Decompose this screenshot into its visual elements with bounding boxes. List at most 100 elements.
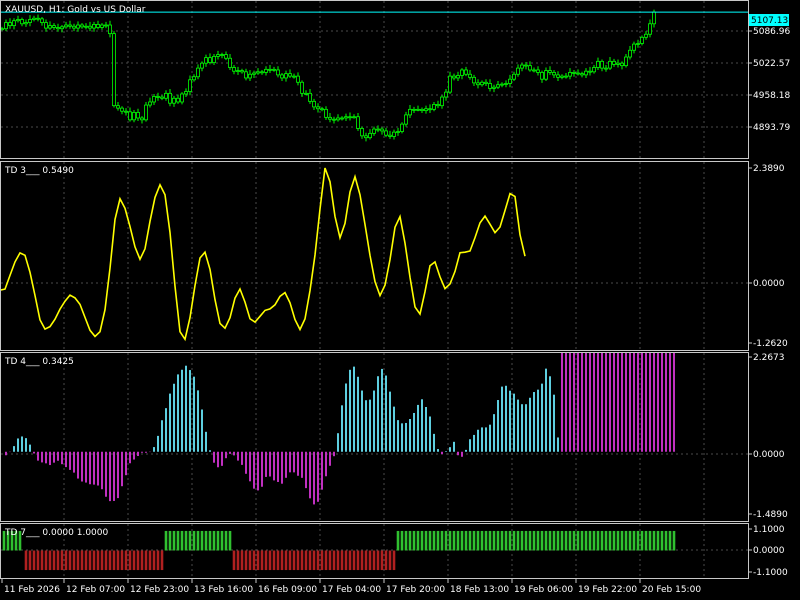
scale-label: -1.2620 bbox=[753, 339, 788, 349]
td7-panel-label: TD 7___ 0.0000 1.0000 bbox=[4, 528, 108, 538]
candle-body bbox=[140, 117, 144, 121]
candle-body bbox=[508, 78, 512, 84]
td7-scale-axis: 1.1000 0.0000 -1.1000 bbox=[748, 525, 788, 578]
candle-body bbox=[80, 24, 84, 28]
candle-body bbox=[28, 19, 32, 23]
candle-body bbox=[556, 74, 560, 78]
candle-body bbox=[504, 83, 508, 85]
candle-body bbox=[332, 118, 336, 121]
scale-label: 0.0000 bbox=[753, 450, 785, 460]
svg-text:5107.13: 5107.13 bbox=[751, 16, 788, 26]
candle-body bbox=[16, 19, 20, 22]
candle-body bbox=[552, 72, 556, 76]
candle-body bbox=[580, 73, 584, 76]
time-label: 12 Feb 07:00 bbox=[66, 585, 125, 595]
candle-body bbox=[320, 108, 324, 111]
candle-body bbox=[436, 104, 440, 107]
td3-panel-border[interactable] bbox=[0, 161, 749, 351]
candle-body bbox=[468, 73, 472, 78]
candle-body bbox=[136, 112, 140, 119]
candle-body bbox=[520, 64, 524, 69]
candle-body bbox=[288, 73, 292, 77]
candle-body bbox=[216, 54, 220, 57]
scale-label: -1.1000 bbox=[753, 568, 788, 578]
time-label: 17 Feb 20:00 bbox=[386, 585, 445, 595]
candle-body bbox=[372, 128, 376, 134]
candle-body bbox=[496, 84, 500, 88]
candle-body bbox=[36, 17, 40, 20]
time-label: 17 Feb 04:00 bbox=[322, 585, 381, 595]
candle-body bbox=[220, 54, 224, 56]
candle-body bbox=[224, 54, 228, 59]
candle-body bbox=[76, 24, 80, 29]
candle-body bbox=[264, 68, 268, 73]
candle-body bbox=[360, 128, 364, 137]
price-label: 4958.18 bbox=[753, 91, 790, 101]
time-label: 13 Feb 16:00 bbox=[194, 585, 253, 595]
candle-body bbox=[312, 100, 316, 108]
candle-body bbox=[276, 69, 280, 76]
candle-body bbox=[428, 108, 432, 111]
candle-body bbox=[604, 67, 608, 70]
candle-body bbox=[168, 92, 172, 104]
candle-body bbox=[72, 25, 76, 29]
candle-body bbox=[304, 92, 308, 95]
candle-body bbox=[252, 72, 256, 75]
main-panel-label: XAUUSD, H1: Gold vs US Dollar bbox=[5, 5, 146, 15]
candle-body bbox=[124, 110, 128, 113]
candle-body bbox=[68, 24, 72, 27]
candle-body bbox=[336, 117, 340, 121]
trading-chart[interactable]: XAUUSD, H1: Gold vs US Dollar TD 3___ 0.… bbox=[0, 0, 800, 600]
td3-panel-label: TD 3___ 0.5490 bbox=[4, 166, 74, 176]
candle-body bbox=[236, 70, 240, 72]
td4-scale-axis: 2.2673 0.0000 -1.4890 bbox=[748, 353, 788, 520]
price-candles bbox=[1, 9, 656, 142]
candle-body bbox=[424, 108, 428, 111]
time-label: 11 Feb 2026 bbox=[4, 585, 60, 595]
candle-body bbox=[380, 128, 384, 132]
candle-body bbox=[488, 83, 492, 89]
candle-body bbox=[532, 69, 536, 72]
candle-body bbox=[472, 76, 476, 84]
candle-body bbox=[128, 111, 132, 121]
candle-body bbox=[512, 73, 516, 80]
candle-body bbox=[152, 96, 156, 103]
candle-body bbox=[544, 70, 548, 80]
candle-body bbox=[132, 112, 136, 121]
candle-body bbox=[352, 116, 356, 119]
candle-body bbox=[564, 75, 568, 78]
scale-label: 2.2673 bbox=[753, 353, 785, 363]
main-price-axis: 5086.96 5022.57 4958.18 4893.79 bbox=[748, 27, 790, 133]
candle-body bbox=[456, 75, 460, 79]
price-label: 4893.79 bbox=[753, 123, 790, 133]
candle-body bbox=[268, 68, 272, 71]
candle-body bbox=[280, 74, 284, 79]
candle-body bbox=[316, 106, 320, 110]
candle-body bbox=[540, 72, 544, 80]
candle-body bbox=[144, 104, 148, 121]
candle-body bbox=[160, 96, 164, 99]
candle-body bbox=[308, 92, 312, 102]
scale-label: 1.1000 bbox=[753, 525, 785, 535]
candle-body bbox=[188, 79, 192, 92]
scale-label: 2.3890 bbox=[753, 164, 785, 174]
candle-body bbox=[120, 107, 124, 112]
candle-body bbox=[348, 116, 352, 119]
time-label: 19 Feb 06:00 bbox=[514, 585, 573, 595]
candle-body bbox=[48, 25, 52, 29]
candle-body bbox=[620, 62, 624, 67]
candle-body bbox=[96, 23, 100, 28]
candle-body bbox=[516, 67, 520, 75]
candle-body bbox=[584, 70, 588, 76]
candle-body bbox=[40, 18, 44, 23]
candle-body bbox=[44, 22, 48, 29]
candle-body bbox=[524, 64, 528, 67]
candle-body bbox=[480, 81, 484, 86]
candle-body bbox=[528, 65, 532, 71]
candle-body bbox=[376, 128, 380, 131]
candle-body bbox=[344, 116, 348, 119]
candle-body bbox=[412, 108, 416, 111]
price-label: 5086.96 bbox=[753, 27, 790, 37]
candle-body bbox=[228, 57, 232, 68]
time-label: 20 Feb 15:00 bbox=[642, 585, 701, 595]
